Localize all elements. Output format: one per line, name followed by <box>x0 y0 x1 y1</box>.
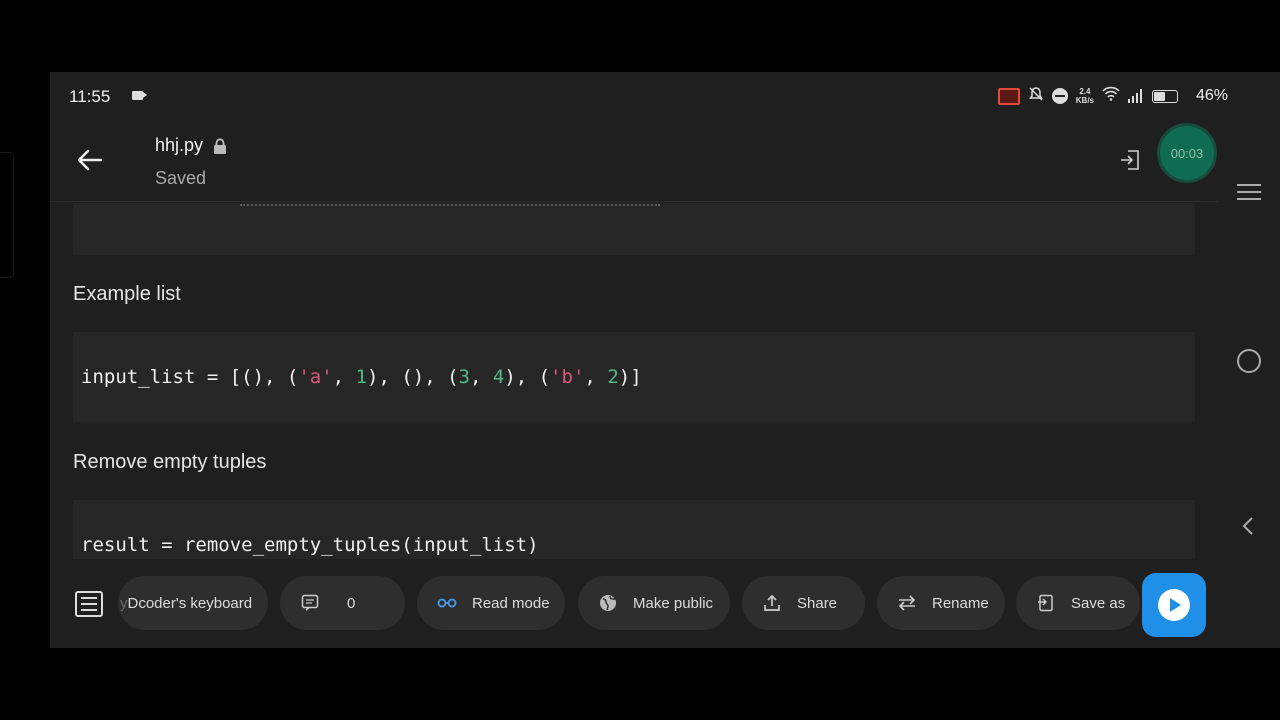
bottom-toolbar: y Dcoder's keyboard 0 Read mode Make pub… <box>50 559 1218 648</box>
home-icon[interactable] <box>1237 349 1261 373</box>
battery-percent: 46% <box>1195 87 1228 104</box>
editor-header: hhj.py Saved <box>50 120 1218 202</box>
back-arrow-icon[interactable] <box>75 145 105 175</box>
file-name[interactable]: hhj.py <box>155 135 203 156</box>
status-time: 11:55 <box>69 87 111 106</box>
swap-icon <box>897 593 917 613</box>
comments-button[interactable]: 0 <box>280 576 405 630</box>
save-copy-icon <box>1036 593 1056 613</box>
status-icons: 2.4 KB/s <box>997 85 1178 107</box>
edge-panel-handle[interactable] <box>0 152 14 278</box>
save-as-button[interactable]: Save as <box>1016 576 1140 630</box>
comments-count: 0 <box>347 594 356 612</box>
comment-icon <box>300 593 320 613</box>
mute-bell-icon <box>1028 86 1044 107</box>
menu-icon[interactable] <box>1237 184 1261 202</box>
screen-recorder-bubble[interactable]: 00:03 <box>1157 123 1217 183</box>
app-screen: 11:55 2.4 KB/s 46% hhj.py Saved 00:03 Ex… <box>50 72 1280 648</box>
video-record-icon <box>132 91 147 100</box>
globe-icon <box>598 593 618 613</box>
code-line: input_list = [(), ('a', 1), (), (3, 4), … <box>81 366 642 388</box>
cell-signal-icon <box>1128 89 1144 103</box>
keyboard-button[interactable]: y Dcoder's keyboard <box>118 576 268 630</box>
read-mode-button[interactable]: Read mode <box>417 576 565 630</box>
outline-list-icon[interactable] <box>75 591 103 617</box>
recorder-timer: 00:03 <box>1170 145 1204 161</box>
markdown-heading: Example list <box>73 283 181 305</box>
screen-cast-icon <box>997 87 1020 105</box>
glasses-icon <box>437 593 457 613</box>
share-icon <box>762 593 782 613</box>
keyboard-label: Dcoder's keyboard <box>127 594 253 612</box>
rename-button[interactable]: Rename <box>877 576 1005 630</box>
battery-icon <box>1152 89 1178 103</box>
network-speed: 2.4 KB/s <box>1075 87 1094 105</box>
play-icon <box>1158 589 1190 621</box>
wifi-icon <box>1102 86 1120 106</box>
code-cell[interactable]: input_list = [(), ('a', 1), (), (3, 4), … <box>73 332 1195 422</box>
run-button[interactable] <box>1142 573 1206 637</box>
code-line: result = remove_empty_tuples(input_list) <box>81 534 539 556</box>
markdown-heading: Remove empty tuples <box>73 451 267 473</box>
code-cell[interactable]: result = remove_empty_tuples(input_list) <box>73 500 1195 559</box>
lock-icon <box>214 138 226 154</box>
make-public-button[interactable]: Make public <box>578 576 730 630</box>
nav-back-icon[interactable] <box>1237 514 1261 538</box>
do-not-disturb-icon <box>1051 88 1068 104</box>
code-cell-partial[interactable] <box>73 203 1195 255</box>
notebook-content[interactable]: Example list input_list = [(), ('a', 1),… <box>50 203 1218 559</box>
status-bar: 11:55 2.4 KB/s 46% <box>50 72 1280 120</box>
share-button[interactable]: Share <box>742 576 865 630</box>
cut-off-code-line <box>240 203 660 206</box>
save-status: Saved <box>155 168 207 188</box>
exit-icon[interactable] <box>1118 148 1142 172</box>
